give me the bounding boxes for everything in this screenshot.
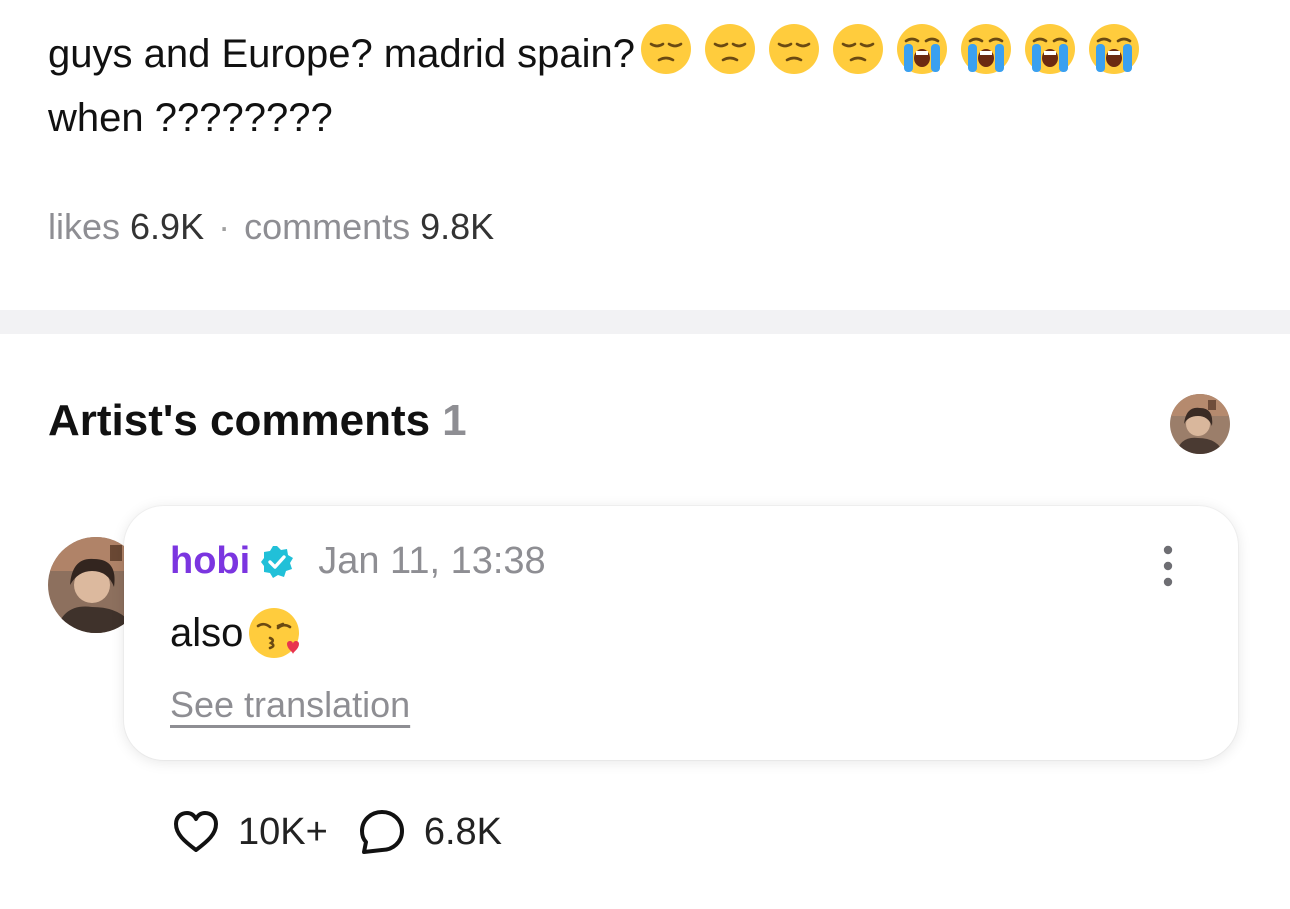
like-count: 10K+ (238, 810, 328, 853)
verified-badge-icon (261, 545, 294, 578)
more-vertical-icon (1163, 545, 1173, 587)
section-divider (0, 310, 1290, 334)
more-options-button[interactable] (1154, 544, 1182, 588)
artist-comment-card: hobi Jan 11, 13:38 also See translation (124, 506, 1238, 760)
like-button[interactable]: 10K+ (170, 806, 328, 858)
likes-count: 6.9K (130, 206, 205, 247)
likes-label: likes (48, 206, 121, 247)
heart-icon (174, 811, 218, 852)
comment-author-name[interactable]: hobi (170, 540, 250, 583)
comments-label: comments (244, 206, 411, 247)
loudly-crying-face-icon (961, 24, 1012, 74)
pensive-face-icon (705, 24, 756, 74)
artist-comments-heading: Artist's comments 1 (48, 396, 467, 446)
emoji-row (639, 22, 1141, 76)
comments-count: 9.8K (420, 206, 495, 247)
pensive-face-icon (641, 24, 692, 74)
comment-body: also (170, 606, 301, 660)
comment-bubble-icon (359, 810, 404, 854)
avatar-photo-icon (1170, 394, 1230, 454)
post-line-1-text: guys and Europe? madrid spain? (48, 32, 636, 76)
pensive-face-icon (833, 24, 884, 74)
loudly-crying-face-icon (1025, 24, 1076, 74)
post-text: guys and Europe? madrid spain? when ????… (48, 22, 1248, 150)
loudly-crying-face-icon (1089, 24, 1140, 74)
comments-stat[interactable]: comments 9.8K (244, 206, 494, 247)
reply-count: 6.8K (423, 810, 502, 853)
post-line-1: guys and Europe? madrid spain? (48, 22, 1248, 86)
artist-comments-title: Artist's comments (48, 396, 431, 445)
see-translation-link[interactable]: See translation (170, 684, 410, 726)
post-stats: likes 6.9K · comments 9.8K (48, 206, 494, 248)
comment-text: also (170, 610, 244, 655)
comment-header: hobi Jan 11, 13:38 (170, 540, 546, 583)
stats-separator: · (218, 206, 231, 247)
face-blowing-a-kiss-icon (249, 608, 300, 658)
comment-timestamp: Jan 11, 13:38 (318, 540, 546, 582)
pensive-face-icon (769, 24, 820, 74)
likes-stat[interactable]: likes 6.9K (48, 206, 204, 247)
artist-avatar[interactable] (1170, 394, 1230, 454)
reply-button[interactable]: 6.8K (356, 806, 502, 858)
artist-comments-count: 1 (442, 396, 467, 445)
post-line-2: when ???????? (48, 96, 333, 140)
comment-reactions: 10K+ 6.8K (170, 806, 502, 858)
loudly-crying-face-icon (897, 24, 948, 74)
